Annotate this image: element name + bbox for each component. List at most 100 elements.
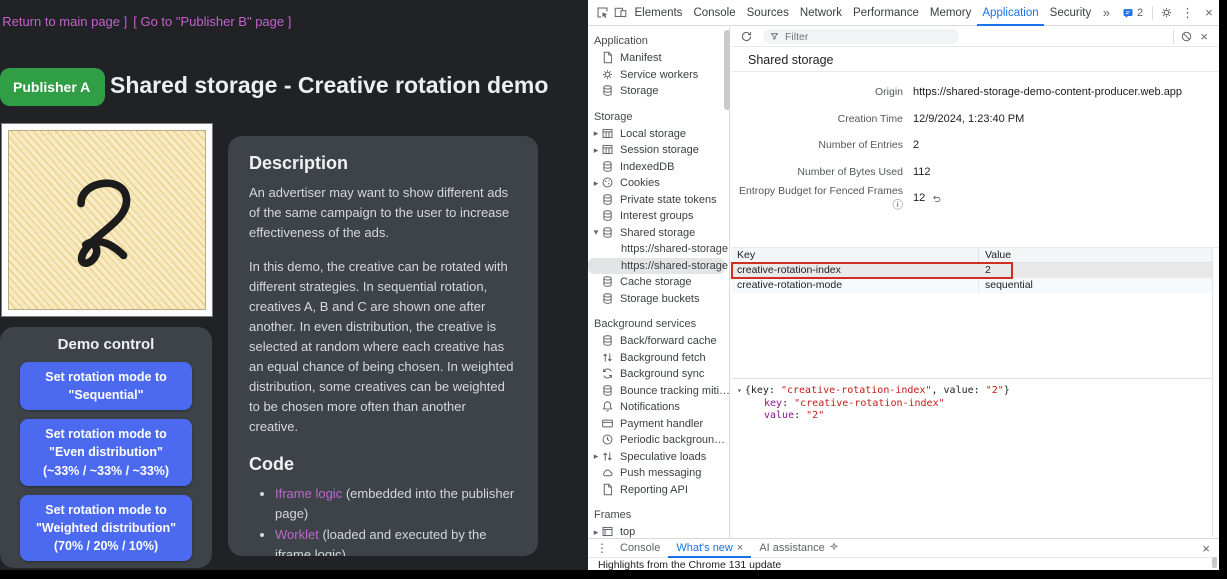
table-scrollbar-track[interactable]	[1212, 248, 1219, 537]
table-row[interactable]: creative-rotation-modesequential	[731, 278, 1213, 293]
devtools-tabbar-right: » 2 ⋮ ×	[1097, 4, 1222, 21]
metadata-row: Number of Bytes Used 112	[731, 159, 1219, 186]
column-header-value[interactable]: Value	[979, 248, 1213, 262]
sidebar-item-storage[interactable]: Storage	[588, 83, 729, 100]
drawer-tab-what-s-new[interactable]: What's new×	[668, 539, 751, 558]
sidebar-item-cookies[interactable]: ▸Cookies	[588, 175, 729, 192]
key-value-table: KeyValuecreative-rotation-index2creative…	[731, 248, 1213, 379]
sidebar-scrollbar[interactable]	[724, 30, 730, 110]
nav-link-1[interactable]: [ Go to "Publisher B" page ]	[133, 14, 291, 29]
drawer-tab-console[interactable]: Console	[612, 539, 668, 558]
database-icon	[601, 209, 615, 223]
sidebar-item-label: Storage buckets	[620, 293, 700, 305]
sidebar-item-interest-groups[interactable]: Interest groups	[588, 208, 729, 225]
sidebar-item-payment-handler[interactable]: Payment handler	[588, 416, 729, 433]
expander-icon[interactable]: ▸	[591, 451, 601, 462]
metadata-value: 112	[913, 166, 931, 178]
sidebar-item-periodic-backgroun-[interactable]: Periodic backgroun…	[588, 432, 729, 449]
tab-memory[interactable]: Memory	[924, 0, 977, 26]
tab-security[interactable]: Security	[1044, 0, 1097, 26]
sidebar-item-bounce-tracking-miti-[interactable]: Bounce tracking miti…	[588, 383, 729, 400]
clear-storage-icon[interactable]	[1177, 28, 1195, 45]
sidebar-item-service-workers[interactable]: Service workers	[588, 67, 729, 84]
tab-sources[interactable]: Sources	[741, 0, 794, 26]
reset-budget-icon[interactable]	[931, 193, 942, 204]
sidebar-item-reporting-api[interactable]: Reporting API	[588, 482, 729, 499]
drawer-kebab-icon[interactable]: ⋮	[592, 541, 612, 555]
device-toolbar-icon[interactable]	[611, 4, 629, 21]
code-link-1[interactable]: Worklet	[275, 527, 319, 542]
preview-prop-name: key	[751, 385, 769, 396]
nav-link-0[interactable]: [ Return to main page ]	[0, 14, 127, 29]
set-rotation-mode-button-1[interactable]: Set rotation mode to"Even distribution"(…	[20, 419, 192, 485]
bell-icon	[601, 400, 615, 414]
sidebar-item-label: Reporting API	[620, 484, 688, 496]
issues-count: 2	[1137, 7, 1143, 19]
sidebar-item-storage-buckets[interactable]: Storage buckets	[588, 291, 729, 308]
filter-input[interactable]	[783, 30, 952, 44]
close-devtools-icon[interactable]: ×	[1200, 5, 1218, 20]
sidebar-item-speculative-loads[interactable]: ▸Speculative loads	[588, 449, 729, 466]
sync-icon	[601, 367, 615, 381]
code-link-0[interactable]: Iframe logic	[275, 486, 342, 501]
metadata-row: Originhttps://shared-storage-demo-conten…	[731, 79, 1219, 106]
cell-key: creative-rotation-mode	[731, 278, 979, 293]
delete-selected-icon[interactable]: ×	[1195, 29, 1213, 44]
kebab-menu-icon[interactable]: ⋮	[1176, 5, 1199, 21]
sidebar-item-shared-storage[interactable]: ▾Shared storage	[588, 225, 729, 242]
sidebar-section-application: Application	[588, 32, 729, 50]
sidebar-item-push-messaging[interactable]: Push messaging	[588, 465, 729, 482]
drawer-tab-ai-assistance[interactable]: AI assistance	[751, 539, 846, 558]
tab-elements[interactable]: Elements	[629, 0, 688, 26]
sidebar-item-background-sync[interactable]: Background sync	[588, 366, 729, 383]
demo-control-panel: Demo control Set rotation mode to"Sequen…	[0, 327, 212, 568]
cell-value: sequential	[979, 278, 1213, 293]
refresh-icon[interactable]	[737, 28, 755, 45]
tab-console[interactable]: Console	[688, 0, 741, 26]
issues-counter[interactable]: 2	[1117, 7, 1148, 19]
close-tab-icon[interactable]: ×	[737, 542, 743, 554]
filter-box[interactable]	[763, 29, 959, 44]
set-rotation-mode-button-2[interactable]: Set rotation mode to"Weighted distributi…	[20, 495, 192, 561]
sidebar-item-back-forward-cache[interactable]: Back/forward cache	[588, 333, 729, 350]
set-rotation-mode-button-0[interactable]: Set rotation mode to"Sequential"	[20, 362, 192, 410]
column-header-key[interactable]: Key	[731, 248, 979, 262]
preview-entry: key: "creative-rotation-index"	[737, 398, 1213, 411]
metadata-row: Number of Entries2	[731, 132, 1219, 159]
whats-new-content: Highlights from the Chrome 131 update	[588, 558, 1219, 570]
preview-summary[interactable]: ▾{key: "creative-rotation-index", value:…	[737, 385, 1213, 398]
sidebar-item-notifications[interactable]: Notifications	[588, 399, 729, 416]
preview-prop-name: value	[764, 410, 794, 421]
expander-icon[interactable]: ▸	[591, 527, 601, 538]
sidebar-item-local-storage[interactable]: ▸Local storage	[588, 126, 729, 143]
tab-performance[interactable]: Performance	[848, 0, 925, 26]
metadata-value: https://shared-storage-demo-content-prod…	[913, 86, 1182, 98]
expander-icon[interactable]: ▸	[591, 145, 601, 156]
sidebar-item-background-fetch[interactable]: Background fetch	[588, 350, 729, 367]
sidebar-item-top[interactable]: ▸top	[588, 524, 729, 538]
preview-prop-name: value	[944, 385, 974, 396]
sidebar-item-https-shared-storage-[interactable]: https://shared-storage…	[588, 258, 725, 275]
drawer-scrollbar[interactable]	[1212, 557, 1217, 568]
sidebar-item-manifest[interactable]: Manifest	[588, 50, 729, 67]
metadata-label: Number of Bytes Used	[731, 166, 903, 178]
expander-icon[interactable]: ▾	[591, 227, 601, 238]
inspect-element-icon[interactable]	[593, 4, 611, 21]
sidebar-item-session-storage[interactable]: ▸Session storage	[588, 142, 729, 159]
devtools-window: ElementsConsoleSourcesNetworkPerformance…	[588, 0, 1219, 570]
metadata-value: 12	[913, 192, 942, 204]
tab-network[interactable]: Network	[794, 0, 847, 26]
expander-icon[interactable]: ▸	[591, 128, 601, 139]
creative-digit-2	[48, 161, 166, 279]
sidebar-item-private-state-tokens[interactable]: Private state tokens	[588, 192, 729, 209]
expander-icon[interactable]: ▸	[591, 178, 601, 189]
demo-control-title: Demo control	[0, 327, 212, 353]
settings-gear-icon[interactable]	[1157, 4, 1175, 21]
close-drawer-icon[interactable]: ×	[1193, 541, 1219, 556]
sidebar-item-cache-storage[interactable]: Cache storage	[588, 274, 729, 291]
sidebar-item-indexeddb[interactable]: IndexedDB	[588, 159, 729, 176]
sidebar-item-https-shared-storage-[interactable]: https://shared-storage…	[588, 241, 729, 258]
table-row[interactable]: creative-rotation-index2	[731, 263, 1213, 278]
more-tabs-chevron-icon[interactable]: »	[1097, 5, 1116, 20]
tab-application[interactable]: Application	[977, 0, 1044, 26]
